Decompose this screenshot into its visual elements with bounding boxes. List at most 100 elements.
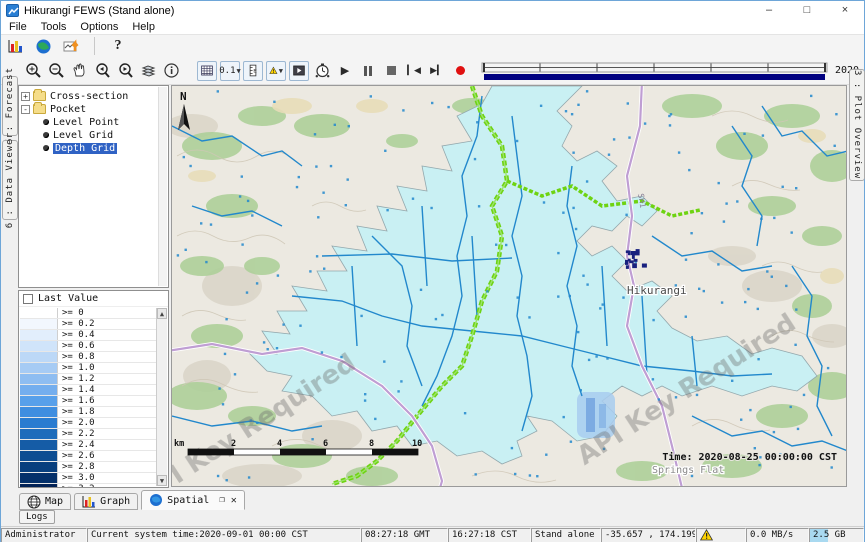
scale-ruler-button[interactable]: E <box>243 61 263 81</box>
tab-data-viewer[interactable]: 6 : Data Viewer <box>2 140 18 220</box>
expand-toggle-icon[interactable]: + <box>21 92 30 101</box>
legend-scrollbar[interactable]: ▲ ▼ <box>156 308 167 486</box>
tab-close-icon[interactable]: ✕ <box>231 495 237 506</box>
legend-row[interactable]: >= 3.2 <box>20 484 156 487</box>
legend-row[interactable]: >= 0.4 <box>20 330 156 341</box>
menu-help[interactable]: Help <box>132 21 155 33</box>
threshold-value: 0.1 <box>219 66 235 76</box>
legend-row-label: >= 2.6 <box>58 451 95 461</box>
tab-forecast[interactable]: 5 : Forecast <box>2 76 18 136</box>
logs-button[interactable]: Logs <box>19 510 55 524</box>
import-timeseries-icon[interactable] <box>61 36 81 56</box>
legend-row[interactable]: >= 3.0 <box>20 473 156 484</box>
globe-map-icon[interactable] <box>33 36 53 56</box>
legend-row[interactable]: >= 2.0 <box>20 418 156 429</box>
warning-threshold-dropdown[interactable]: ▼ <box>266 61 286 81</box>
tree-node-pocket[interactable]: - Pocket <box>19 103 168 115</box>
legend-row[interactable]: >= 1.8 <box>20 407 156 418</box>
legend-row[interactable]: >= 2.4 <box>20 440 156 451</box>
legend-row[interactable]: >= 0.8 <box>20 352 156 363</box>
status-coordinates: -35.657 , 174.199 <box>601 528 696 542</box>
tab-spatial[interactable]: Spatial ❐ ✕ <box>141 490 245 510</box>
menu-options[interactable]: Options <box>80 21 118 33</box>
legend-swatch <box>20 374 58 384</box>
threshold-dropdown[interactable]: 0.1 ▼ <box>220 61 240 81</box>
legend-row[interactable]: >= 1.4 <box>20 385 156 396</box>
tab-plot-overview-label: 3 : Plot Overview <box>852 70 862 179</box>
pan-hand-icon[interactable] <box>69 61 89 81</box>
legend-row[interactable]: >= 0 <box>20 308 156 319</box>
last-value-checkbox-row[interactable]: Last Value <box>19 291 168 307</box>
main-toolbar: ? <box>1 35 864 57</box>
legend-row[interactable]: >= 0.6 <box>20 341 156 352</box>
stop-button[interactable] <box>381 61 401 81</box>
collapse-toggle-icon[interactable]: - <box>21 105 30 114</box>
menu-file[interactable]: File <box>9 21 27 33</box>
legend-swatch <box>20 308 58 318</box>
tree-node-level-grid[interactable]: Level Grid <box>19 129 168 141</box>
map-canvas[interactable]: SH1 API Key Required API Key Required Hi… <box>171 85 847 487</box>
tab-restore-icon[interactable]: ❐ <box>219 495 224 505</box>
tab-plot-overview[interactable]: 3 : Plot Overview <box>849 69 865 181</box>
warning-icon <box>700 529 713 541</box>
layers-icon[interactable] <box>138 61 158 81</box>
legend-swatch <box>20 385 58 395</box>
svg-text:6: 6 <box>323 439 328 449</box>
window-title: Hikurangi FEWS (Stand alone) <box>24 5 174 17</box>
legend-row-label: >= 1.8 <box>58 407 95 417</box>
tree-node-label: Pocket <box>50 104 86 115</box>
legend-row-label: >= 0.8 <box>58 352 95 362</box>
close-button[interactable]: × <box>826 1 864 20</box>
tab-map[interactable]: Map <box>19 493 71 510</box>
legend-row[interactable]: >= 2.8 <box>20 462 156 473</box>
status-warning-cell[interactable] <box>696 528 746 542</box>
tree-node-cross-section[interactable]: + Cross-section <box>19 90 168 102</box>
time-slider[interactable] <box>481 60 829 82</box>
pause-button[interactable] <box>358 61 378 81</box>
legend-row[interactable]: >= 2.2 <box>20 429 156 440</box>
help-icon[interactable]: ? <box>108 36 128 56</box>
legend-row[interactable]: >= 0.2 <box>20 319 156 330</box>
legend-row-label: >= 1.6 <box>58 396 95 406</box>
scroll-down-icon[interactable]: ▼ <box>157 475 167 486</box>
menu-tools[interactable]: Tools <box>41 21 67 33</box>
scroll-up-icon[interactable]: ▲ <box>157 308 167 319</box>
record-button[interactable] <box>450 61 470 81</box>
legend-row[interactable]: >= 1.0 <box>20 363 156 374</box>
tree-node-label: Level Point <box>53 117 119 128</box>
explorer-icon[interactable] <box>5 36 25 56</box>
legend-swatch <box>20 352 58 362</box>
grid-display-button[interactable] <box>197 61 217 81</box>
tree-node-level-point[interactable]: Level Point <box>19 116 168 128</box>
tab-graph[interactable]: Graph <box>74 493 138 510</box>
zoom-next-icon[interactable] <box>115 61 135 81</box>
zoom-previous-icon[interactable] <box>92 61 112 81</box>
title-bar[interactable]: Hikurangi FEWS (Stand alone) – □ × <box>1 1 864 20</box>
bottom-tab-bar: Map Graph Spatial ❐ ✕ <box>1 489 864 510</box>
maximize-button[interactable]: □ <box>788 1 826 20</box>
skip-to-start-button[interactable]: ▎◀ <box>404 61 424 81</box>
minimize-button[interactable]: – <box>750 1 788 20</box>
layer-dot-icon <box>43 145 49 151</box>
legend-row-label: >= 1.2 <box>58 374 95 384</box>
timer-icon[interactable] <box>312 61 332 81</box>
status-mode: Stand alone <box>531 528 601 542</box>
zoom-in-icon[interactable] <box>23 61 43 81</box>
legend-row-label: >= 3.2 <box>58 484 95 487</box>
play-button[interactable]: ▶ <box>335 61 355 81</box>
skip-to-end-button[interactable]: ▶▎ <box>427 61 447 81</box>
globe-wireframe-icon <box>27 495 41 509</box>
legend-swatch <box>20 341 58 351</box>
info-icon[interactable] <box>161 61 181 81</box>
legend-row[interactable]: >= 1.2 <box>20 374 156 385</box>
tab-map-label: Map <box>45 496 63 507</box>
tree-scrollbar[interactable] <box>158 87 167 286</box>
town-label: Hikurangi <box>627 284 687 297</box>
tree-node-depth-grid[interactable]: Depth Grid <box>19 142 168 154</box>
legend-row[interactable]: >= 1.6 <box>20 396 156 407</box>
svg-text:km: km <box>174 439 184 449</box>
zoom-out-icon[interactable] <box>46 61 66 81</box>
last-value-checkbox[interactable] <box>23 294 33 304</box>
legend-row[interactable]: >= 2.6 <box>20 451 156 462</box>
animation-button[interactable] <box>289 61 309 81</box>
